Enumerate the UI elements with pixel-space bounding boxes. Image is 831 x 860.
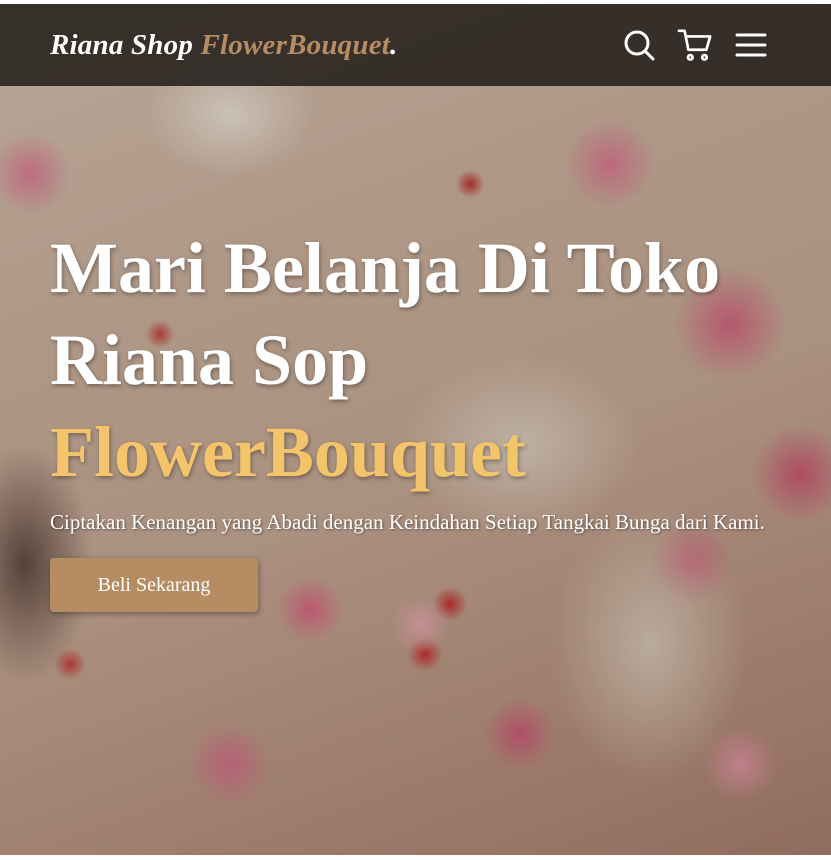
brand-accent: FlowerBouquet — [200, 28, 391, 61]
hero-subtitle: Ciptakan Kenangan yang Abadi dengan Kein… — [50, 510, 765, 534]
hamburger-menu-icon[interactable] — [733, 27, 769, 63]
hero-title-accent: FlowerBouquet — [50, 412, 526, 492]
hero-title-line2: Riana Sop — [50, 320, 369, 400]
navbar: Riana Shop FlowerBouquet. — [0, 4, 831, 86]
hero-content: Mari Belanja Di Toko Riana Sop FlowerBou… — [50, 222, 790, 612]
brand-main: Riana Shop — [50, 28, 201, 61]
shopping-cart-icon[interactable] — [677, 27, 713, 63]
buy-now-button[interactable]: Beli Sekarang — [50, 558, 258, 612]
hero-title-line1: Mari Belanja Di Toko — [50, 228, 721, 308]
page-frame: Riana Shop FlowerBouquet. Mari Belanja D… — [0, 4, 831, 855]
brand-logo[interactable]: Riana Shop FlowerBouquet. — [50, 29, 397, 62]
hero-title: Mari Belanja Di Toko Riana Sop FlowerBou… — [50, 222, 790, 498]
search-icon[interactable] — [621, 27, 657, 63]
nav-icons — [621, 27, 769, 63]
brand-dot: . — [390, 28, 398, 61]
